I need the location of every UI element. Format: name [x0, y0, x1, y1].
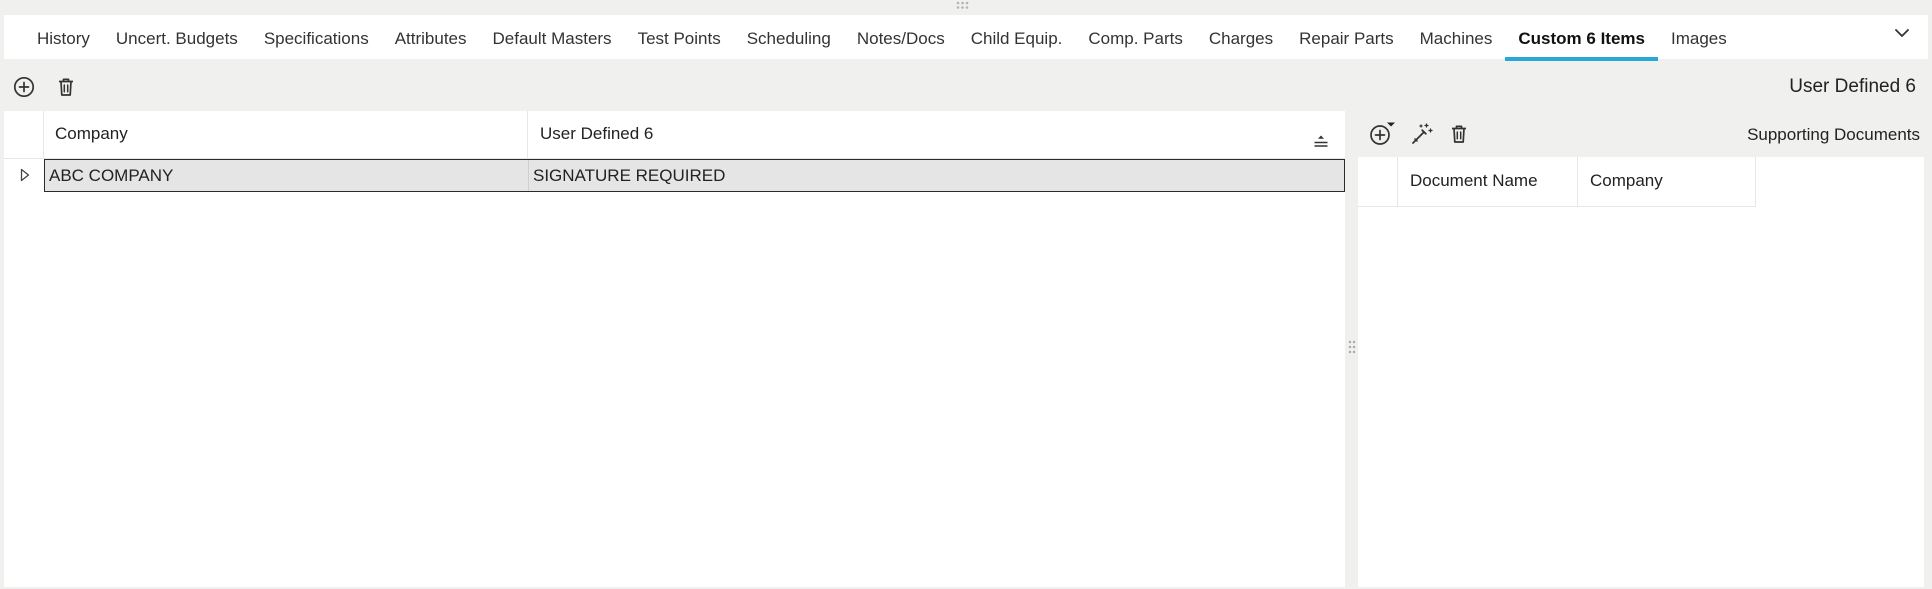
tab-custom-6-items[interactable]: Custom 6 Items: [1505, 15, 1658, 61]
chevron-down-icon[interactable]: [1890, 21, 1914, 45]
trash-icon[interactable]: [54, 75, 78, 99]
tab-default-masters[interactable]: Default Masters: [480, 15, 625, 59]
row-select-header: [4, 111, 44, 158]
tab-attributes[interactable]: Attributes: [382, 15, 480, 59]
splitter-grip-icon[interactable]: [1348, 338, 1356, 360]
tab-machines[interactable]: Machines: [1407, 15, 1506, 59]
column-header-company[interactable]: Company: [1578, 157, 1756, 206]
cell-company[interactable]: ABC COMPANY: [49, 160, 529, 191]
drag-handle-icon[interactable]: [952, 0, 976, 10]
supporting-documents-title: Supporting Documents: [1747, 125, 1920, 144]
selected-row-body[interactable]: ABC COMPANY SIGNATURE REQUIRED: [44, 159, 1345, 192]
column-menu-icon[interactable]: [1311, 124, 1331, 147]
supporting-documents-header: Document Name Company: [1358, 157, 1756, 207]
tab-list: History Uncert. Budgets Specifications Attr…: [4, 15, 1740, 61]
column-header-company[interactable]: Company: [44, 111, 528, 158]
tab-specifications[interactable]: Specifications: [251, 15, 382, 59]
tab-test-points[interactable]: Test Points: [625, 15, 734, 59]
column-header-label: User Defined 6: [540, 124, 654, 143]
tab-charges[interactable]: Charges: [1196, 15, 1286, 59]
column-header-user-defined-6[interactable]: User Defined 6: [528, 111, 1345, 158]
tab-history[interactable]: History: [4, 15, 103, 59]
main-toolbar: [12, 75, 78, 99]
tab-child-equip[interactable]: Child Equip.: [958, 15, 1076, 59]
supporting-documents-toolbar: [1368, 121, 1472, 147]
supporting-documents-grid: Document Name Company: [1358, 157, 1924, 587]
tab-notes-docs[interactable]: Notes/Docs: [844, 15, 958, 59]
column-header-document-name[interactable]: Document Name: [1398, 157, 1578, 206]
tab-images[interactable]: Images: [1658, 15, 1740, 59]
tab-comp-parts[interactable]: Comp. Parts: [1075, 15, 1195, 59]
tab-scheduling[interactable]: Scheduling: [734, 15, 844, 59]
section-title: User Defined 6: [1789, 76, 1916, 97]
row-select-header: [1358, 157, 1398, 206]
tab-uncert-budgets[interactable]: Uncert. Budgets: [103, 15, 251, 59]
table-row[interactable]: ABC COMPANY SIGNATURE REQUIRED: [4, 159, 1345, 192]
expand-row-icon[interactable]: [17, 167, 33, 183]
custom-items-grid: Company User Defined 6 ABC COMPANY SIGNA…: [4, 111, 1345, 587]
tab-bar: History Uncert. Budgets Specifications Attr…: [4, 15, 1928, 61]
add-icon[interactable]: [12, 75, 36, 99]
trash-icon[interactable]: [1446, 121, 1472, 147]
add-document-icon[interactable]: [1368, 121, 1396, 147]
cell-user-defined-6[interactable]: SIGNATURE REQUIRED: [533, 160, 725, 191]
tab-repair-parts[interactable]: Repair Parts: [1286, 15, 1406, 59]
grid-header: Company User Defined 6: [4, 111, 1345, 159]
magic-wand-icon[interactable]: [1408, 121, 1434, 147]
